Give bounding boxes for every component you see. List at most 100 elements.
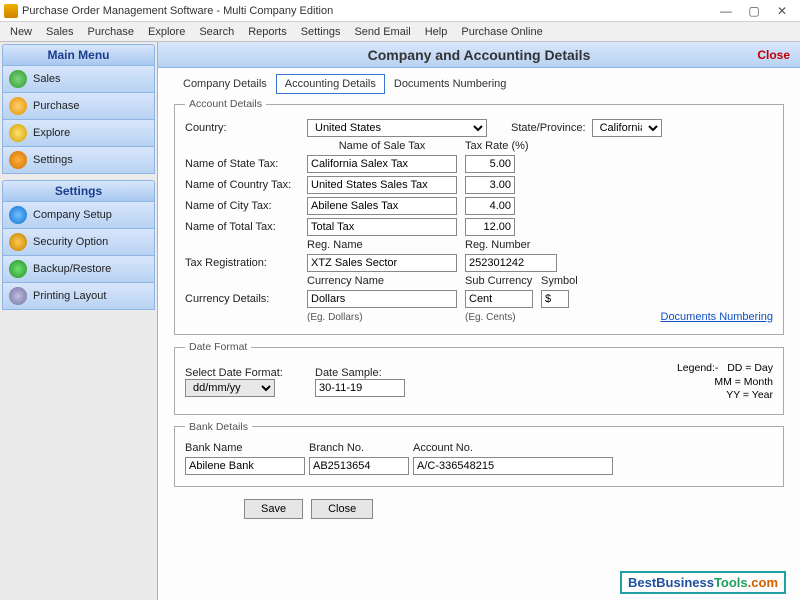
state-select[interactable]: California xyxy=(592,119,662,137)
country-select[interactable]: United States xyxy=(307,119,487,137)
sidebar-item-label: Security Option xyxy=(33,236,108,248)
app-icon xyxy=(4,4,18,18)
sidebar-item-company-setup[interactable]: Company Setup xyxy=(2,202,155,229)
tabs: Company Details Accounting Details Docum… xyxy=(158,68,800,94)
window-title: Purchase Order Management Software - Mul… xyxy=(22,5,712,17)
state-label: State/Province: xyxy=(511,122,586,134)
state-tax-name-input[interactable] xyxy=(307,155,457,173)
sidebar-item-label: Sales xyxy=(33,73,61,85)
menu-search[interactable]: Search xyxy=(193,24,240,40)
date-format-select[interactable]: dd/mm/yy xyxy=(185,379,275,397)
sidebar-item-explore[interactable]: Explore xyxy=(2,120,155,147)
currency-name-input[interactable] xyxy=(307,290,457,308)
purchase-icon xyxy=(9,97,27,115)
city-tax-name-input[interactable] xyxy=(307,197,457,215)
total-tax-label: Name of Total Tax: xyxy=(185,221,307,233)
maximize-button[interactable]: ▢ xyxy=(740,2,768,20)
legend-mm: MM = Month xyxy=(677,376,773,390)
main-panel: Company and Accounting Details Close Com… xyxy=(158,42,800,600)
country-label: Country: xyxy=(185,122,307,134)
tax-rate-header: Tax Rate (%) xyxy=(465,140,529,152)
currency-details-label: Currency Details: xyxy=(185,293,307,305)
city-tax-rate-input[interactable] xyxy=(465,197,515,215)
titlebar: Purchase Order Management Software - Mul… xyxy=(0,0,800,22)
account-details-group: Account Details Country: United States S… xyxy=(174,98,784,335)
sidebar-item-label: Printing Layout xyxy=(33,290,106,302)
menu-help[interactable]: Help xyxy=(419,24,454,40)
sub-currency-hint: (Eg. Cents) xyxy=(465,312,533,323)
settings-icon xyxy=(9,151,27,169)
close-button[interactable]: Close xyxy=(311,499,373,519)
total-tax-name-input[interactable] xyxy=(307,218,457,236)
tab-documents-numbering[interactable]: Documents Numbering xyxy=(385,74,516,94)
bank-details-group: Bank Details Bank Name Branch No. Accoun… xyxy=(174,421,784,487)
backup-icon xyxy=(9,260,27,278)
date-format-legend: Date Format xyxy=(185,341,251,353)
bank-name-header: Bank Name xyxy=(185,442,309,454)
close-window-button[interactable]: ✕ xyxy=(768,2,796,20)
sidebar-item-settings[interactable]: Settings xyxy=(2,147,155,174)
legend-dd: DD = Day xyxy=(727,362,773,374)
menu-sales[interactable]: Sales xyxy=(40,24,80,40)
country-tax-rate-input[interactable] xyxy=(465,176,515,194)
tab-company-details[interactable]: Company Details xyxy=(174,74,276,94)
date-sample-input[interactable] xyxy=(315,379,405,397)
sub-currency-input[interactable] xyxy=(465,290,533,308)
select-date-format-label: Select Date Format: xyxy=(185,367,315,379)
panel-close-button[interactable]: Close xyxy=(757,48,790,62)
sidebar-item-label: Purchase xyxy=(33,100,79,112)
tax-registration-label: Tax Registration: xyxy=(185,257,307,269)
menu-purchase-online[interactable]: Purchase Online xyxy=(455,24,548,40)
sidebar-header-main: Main Menu xyxy=(2,44,155,66)
state-tax-rate-input[interactable] xyxy=(465,155,515,173)
state-tax-label: Name of State Tax: xyxy=(185,158,307,170)
explore-icon xyxy=(9,124,27,142)
sidebar-item-label: Settings xyxy=(33,154,73,166)
symbol-input[interactable] xyxy=(541,290,569,308)
country-tax-name-input[interactable] xyxy=(307,176,457,194)
menu-send-email[interactable]: Send Email xyxy=(348,24,416,40)
menubar: New Sales Purchase Explore Search Report… xyxy=(0,22,800,42)
reg-number-header: Reg. Number xyxy=(465,239,530,251)
symbol-header: Symbol xyxy=(541,275,578,287)
sidebar-item-sales[interactable]: Sales xyxy=(2,66,155,93)
city-tax-label: Name of City Tax: xyxy=(185,200,307,212)
sidebar-item-security-option[interactable]: Security Option xyxy=(2,229,155,256)
sale-tax-name-header: Name of Sale Tax xyxy=(307,140,457,152)
tax-reg-name-input[interactable] xyxy=(307,254,457,272)
documents-numbering-link[interactable]: Documents Numbering xyxy=(661,311,774,323)
save-button[interactable]: Save xyxy=(244,499,303,519)
menu-settings[interactable]: Settings xyxy=(295,24,347,40)
sidebar-item-printing-layout[interactable]: Printing Layout xyxy=(2,283,155,310)
sidebar-item-label: Backup/Restore xyxy=(33,263,111,275)
legend-yy: YY = Year xyxy=(677,389,773,403)
menu-new[interactable]: New xyxy=(4,24,38,40)
account-no-header: Account No. xyxy=(413,442,473,454)
security-icon xyxy=(9,233,27,251)
company-icon xyxy=(9,206,27,224)
sidebar: Main Menu Sales Purchase Explore Setting… xyxy=(0,42,158,600)
branch-no-input[interactable] xyxy=(309,457,409,475)
reg-name-header: Reg. Name xyxy=(307,239,457,251)
bank-name-input[interactable] xyxy=(185,457,305,475)
sidebar-item-backup-restore[interactable]: Backup/Restore xyxy=(2,256,155,283)
menu-explore[interactable]: Explore xyxy=(142,24,191,40)
menu-purchase[interactable]: Purchase xyxy=(82,24,140,40)
page-title: Company and Accounting Details xyxy=(368,47,591,63)
branch-no-header: Branch No. xyxy=(309,442,413,454)
minimize-button[interactable]: — xyxy=(712,2,740,20)
sidebar-item-purchase[interactable]: Purchase xyxy=(2,93,155,120)
date-sample-label: Date Sample: xyxy=(315,367,465,379)
account-details-legend: Account Details xyxy=(185,98,266,110)
total-tax-rate-input[interactable] xyxy=(465,218,515,236)
account-no-input[interactable] xyxy=(413,457,613,475)
tab-accounting-details[interactable]: Accounting Details xyxy=(276,74,385,94)
sub-currency-header: Sub Currency xyxy=(465,275,533,287)
sidebar-item-label: Company Setup xyxy=(33,209,112,221)
brand-logo: BestBusinessTools.com xyxy=(620,571,786,594)
main-header: Company and Accounting Details Close xyxy=(158,42,800,68)
menu-reports[interactable]: Reports xyxy=(242,24,293,40)
legend-label: Legend:- xyxy=(677,362,718,374)
currency-hint: (Eg. Dollars) xyxy=(307,312,457,323)
tax-reg-number-input[interactable] xyxy=(465,254,557,272)
